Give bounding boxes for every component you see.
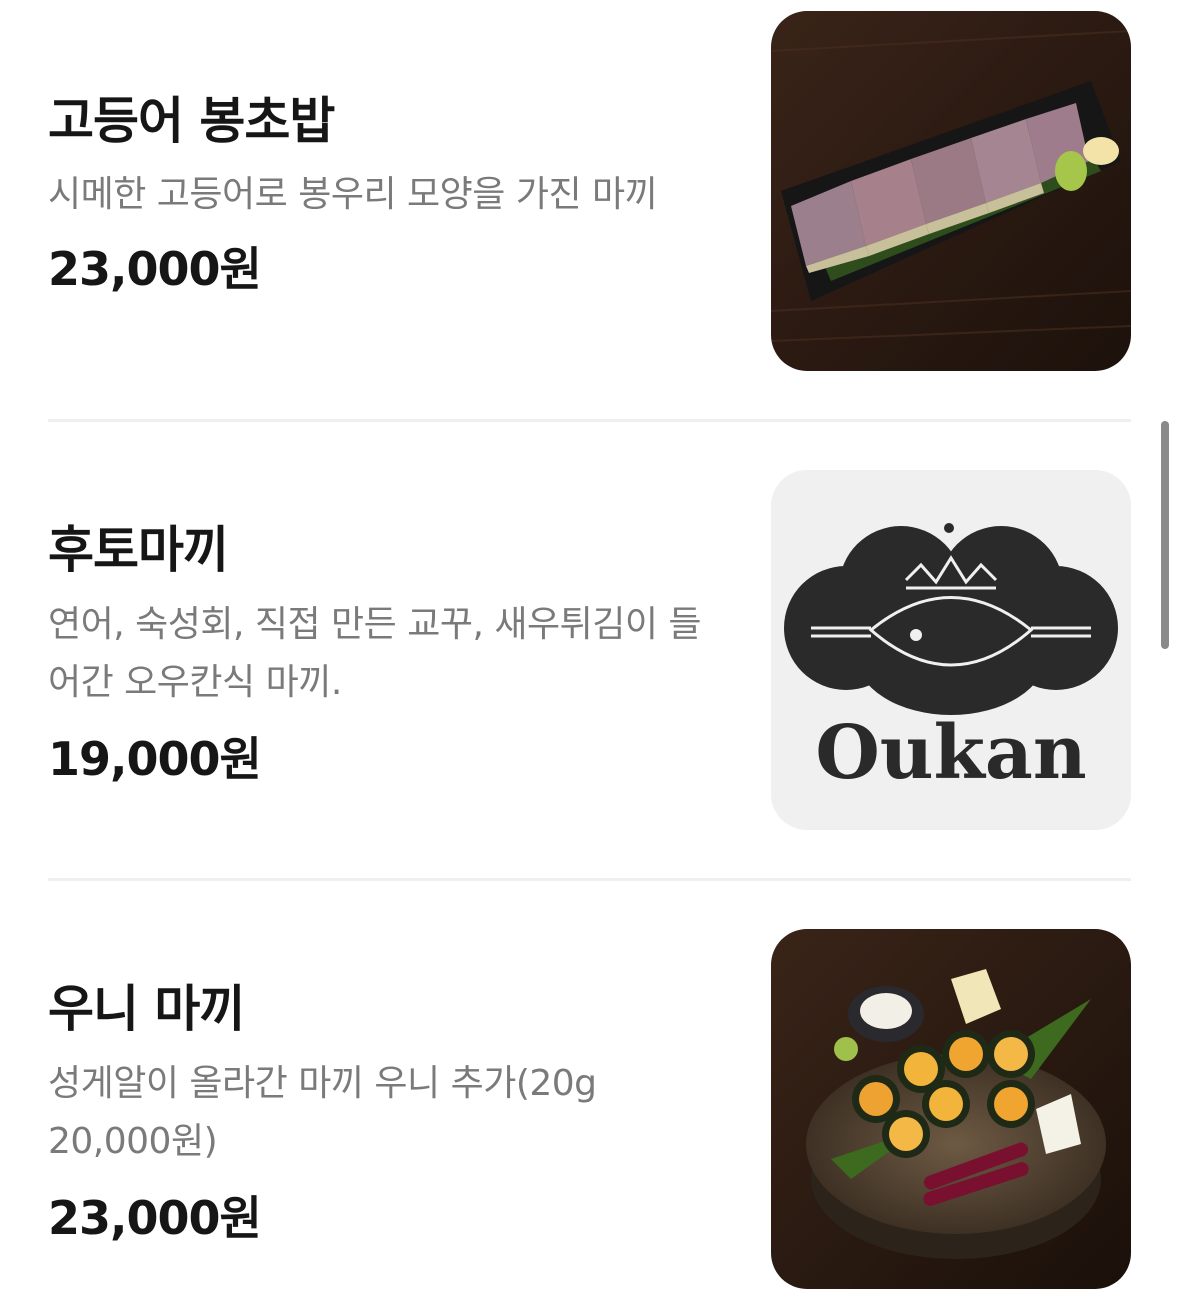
menu-item-description: 시메한 고등어로 봉우리 모양을 가진 마끼	[48, 174, 658, 215]
scrollbar[interactable]	[1161, 421, 1169, 649]
uni-maki-image	[771, 929, 1131, 1289]
menu-item-name: 고등어 봉초밥	[48, 92, 335, 150]
menu-item-price: 23,000원	[48, 1191, 262, 1245]
oukan-logo: IZAKAYA Oukan	[771, 470, 1131, 830]
menu-item-photo[interactable]	[771, 11, 1131, 371]
menu-item-price: 19,000원	[48, 732, 262, 786]
menu-list: 고등어 봉초밥 시메한 고등어로 봉우리 모양을 가진 마끼 23,000원 후…	[0, 0, 1179, 1302]
divider	[48, 419, 1131, 422]
divider	[48, 878, 1131, 881]
logo-small-text: IZAKAYA	[901, 687, 1001, 711]
menu-item-name: 우니 마끼	[48, 980, 245, 1038]
menu-item-price: 23,000원	[48, 242, 262, 296]
menu-item-uni-maki[interactable]: 우니 마끼 성게알이 올라간 마끼 우니 추가(20g 20,000원) 23,…	[0, 918, 1179, 1296]
menu-item-description: 성게알이 올라간 마끼 우니 추가(20g 20,000원)	[48, 1063, 597, 1162]
menu-item-mackerel-sushi[interactable]: 고등어 봉초밥 시메한 고등어로 봉우리 모양을 가진 마끼 23,000원	[0, 0, 1179, 378]
mackerel-sushi-image	[771, 11, 1131, 371]
menu-item-photo[interactable]: IZAKAYA Oukan	[771, 470, 1131, 830]
logo-brand-text: Oukan	[815, 710, 1086, 796]
menu-item-futomaki[interactable]: 후토마끼 연어, 숙성회, 직접 만든 교꾸, 새우튀김이 들어간 오우칸식 마…	[0, 459, 1179, 837]
menu-item-description: 연어, 숙성회, 직접 만든 교꾸, 새우튀김이 들어간 오우칸식 마끼.	[48, 604, 702, 703]
menu-item-name: 후토마끼	[48, 521, 229, 579]
menu-item-photo[interactable]	[771, 929, 1131, 1289]
